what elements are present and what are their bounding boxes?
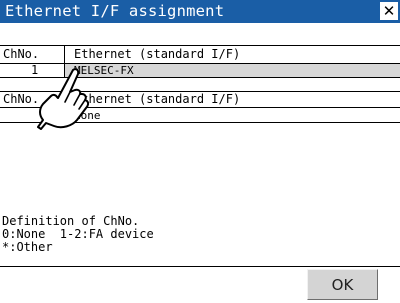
table1-top-border <box>0 45 400 46</box>
footer-divider <box>0 266 400 267</box>
table1-header-row: ChNo. Ethernet (standard I/F) <box>3 47 399 62</box>
table1-name-header: Ethernet (standard I/F) <box>74 47 241 61</box>
title-bar: Ethernet I/F assignment ✕ <box>0 0 400 23</box>
ok-button-label: OK <box>331 275 354 294</box>
table2-chno-header: ChNo. <box>3 92 40 106</box>
touch-hand-icon <box>37 68 90 130</box>
close-button[interactable]: ✕ <box>380 2 398 20</box>
ethernet-if-assignment-dialog: Ethernet I/F assignment ✕ ChNo. Ethernet… <box>0 0 400 303</box>
dialog-title: Ethernet I/F assignment <box>5 2 225 20</box>
table1-chno-header: ChNo. <box>3 47 40 61</box>
definition-line-2: *:Other <box>2 240 53 254</box>
close-icon: ✕ <box>382 1 396 20</box>
table2-name-header: Ethernet (standard I/F) <box>74 92 241 106</box>
ok-button[interactable]: OK <box>307 269 378 300</box>
